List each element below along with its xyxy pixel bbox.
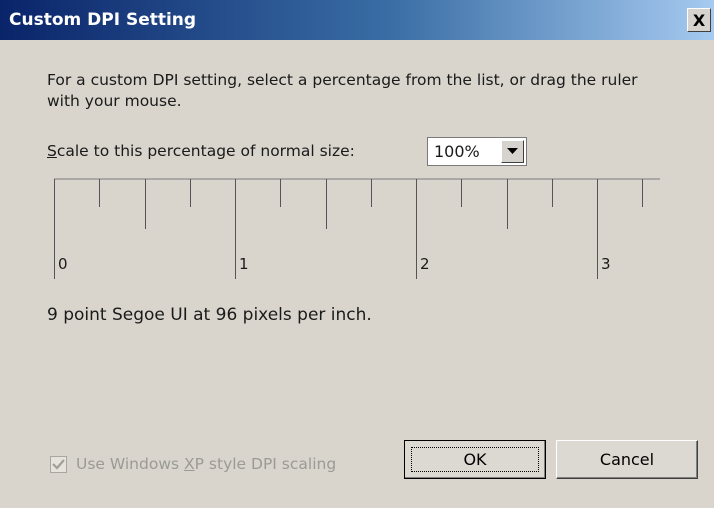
cancel-label: Cancel xyxy=(599,450,655,469)
close-icon: X xyxy=(692,10,706,30)
scale-label-mnemonic: S xyxy=(47,142,57,160)
cancel-button[interactable]: Cancel xyxy=(556,440,698,479)
xp-dpi-scaling-checkbox[interactable]: Use Windows XP style DPI scaling xyxy=(50,455,336,473)
xp-label-mnemonic: X xyxy=(184,455,195,473)
dpi-ruler[interactable]: 0 1 2 3 xyxy=(54,178,660,288)
dropdown-button[interactable] xyxy=(501,140,524,163)
chevron-down-icon xyxy=(507,148,518,154)
scale-percentage-dropdown[interactable]: 100% xyxy=(427,137,527,166)
ruler-label: 1 xyxy=(239,255,249,273)
font-info-text: 9 point Segoe UI at 96 pixels per inch. xyxy=(47,305,372,325)
scale-label: Scale to this percentage of normal size: xyxy=(47,142,355,160)
xp-label-part1: Use Windows xyxy=(76,455,185,473)
focus-rectangle xyxy=(411,447,539,472)
checkmark-icon xyxy=(52,458,65,470)
description-text: For a custom DPI setting, select a perce… xyxy=(47,71,638,110)
ruler-label: 0 xyxy=(58,255,68,273)
scale-selected-value: 100% xyxy=(434,142,480,161)
ruler-graphic[interactable]: 0 1 2 3 xyxy=(54,178,660,288)
xp-label-part2: P style DPI scaling xyxy=(194,455,337,473)
ok-button[interactable]: OK xyxy=(404,440,546,479)
title-bar: Custom DPI Setting X xyxy=(0,0,714,40)
window-title: Custom DPI Setting xyxy=(9,10,197,30)
xp-scaling-label: Use Windows XP style DPI scaling xyxy=(76,455,336,473)
close-button[interactable]: X xyxy=(687,8,711,32)
ruler-label: 3 xyxy=(601,255,611,273)
checkbox-box[interactable] xyxy=(50,455,67,473)
ruler-label: 2 xyxy=(420,255,430,273)
scale-label-rest: cale to this percentage of normal size: xyxy=(56,142,355,160)
